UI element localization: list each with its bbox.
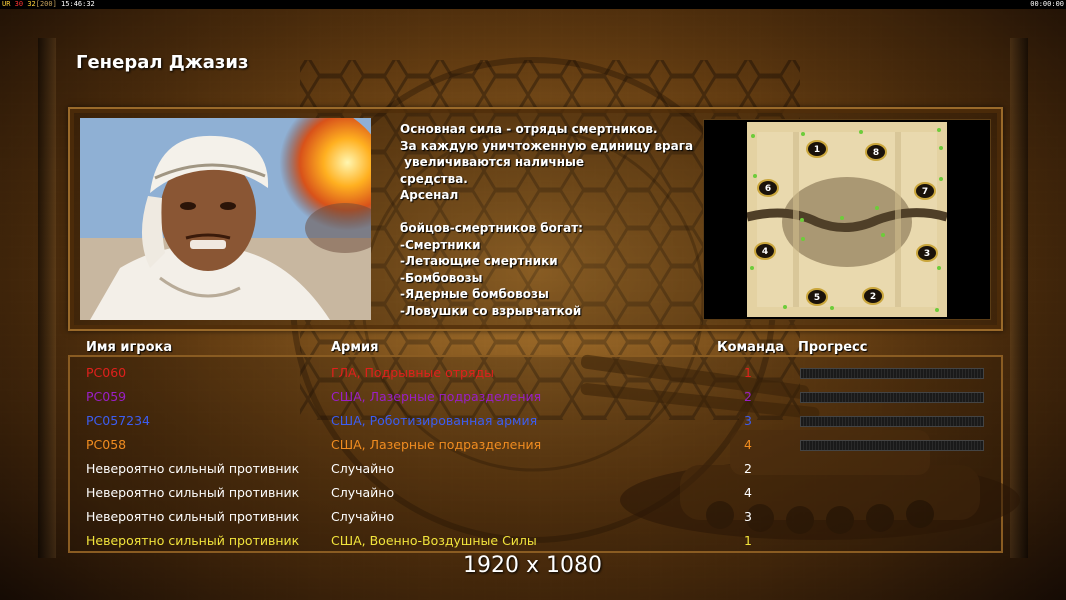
player-team: 4 [744,485,752,500]
start-position-1: 1 [806,140,828,158]
loading-screen: UR 30 32[200] 15:46:32 00:00:00 Генерал … [0,0,1066,600]
player-army: США, Военно-Воздушные Силы [331,533,537,548]
player-team: 4 [744,437,752,452]
description-line: Арсенал [400,188,459,202]
loading-progress-bar [800,368,984,379]
player-team: 2 [744,389,752,404]
start-position-4: 4 [754,242,776,260]
loading-progress-bar [800,392,984,403]
frame-right-border [1010,38,1028,558]
status-ur: UR [2,0,11,8]
player-army: Случайно [331,485,395,500]
general-title: Генерал Джазиз [76,52,249,73]
svg-text:3: 3 [924,249,930,259]
player-name: Невероятно сильный противник [86,533,300,548]
status-timer: 00:00:00 [1030,0,1064,8]
start-position-5: 5 [806,288,828,306]
player-name: PC058 [86,437,127,452]
general-portrait [80,118,371,320]
player-name: Невероятно сильный противник [86,485,300,500]
svg-text:1: 1 [814,145,820,155]
loading-progress-bar [800,416,984,427]
svg-text:8: 8 [873,148,879,158]
status-bar-left: UR 30 32[200] 15:46:32 [2,0,95,9]
table-row: Невероятно сильный противник Случайно 3 [0,506,1066,528]
svg-text:6: 6 [765,184,771,194]
description-line: средства. [400,171,468,186]
description-line: -Ловушки со взрывчаткой [400,303,582,318]
table-row: Невероятно сильный противник Случайно 4 [0,482,1066,504]
table-row: PC060 ГЛА, Подрывные отряды 1 [0,362,1066,384]
description-line [400,204,695,221]
general-description: Основная сила - отряды смертников. За ка… [400,121,695,319]
description-line: Основная сила - отряды смертников. [400,122,658,136]
header-progress: Прогресс [798,340,868,355]
header-player-name: Имя игрока [86,340,173,355]
player-army: Случайно [331,461,395,476]
loading-progress-bar [800,440,984,451]
header-team: Команда [717,340,785,355]
player-name: PC059 [86,389,127,404]
status-value-1: 30 [14,0,24,8]
player-team: 1 [744,533,752,548]
player-team: 1 [744,365,752,380]
portrait-image [80,118,371,320]
table-row: Невероятно сильный противник США, Военно-… [0,530,1066,552]
player-army: США, Роботизированная армия [331,413,538,428]
player-team: 3 [744,413,752,428]
svg-text:4: 4 [762,247,768,257]
status-value-2: 32 [27,0,36,8]
start-position-2: 2 [862,287,884,305]
start-position-3: 3 [916,244,938,262]
description-line: -Ядерные бомбовозы [400,287,549,301]
player-army: США, Лазерные подразделения [331,437,542,452]
resolution-label: 1920 x 1080 [463,553,602,578]
start-position-8: 8 [865,143,887,161]
player-army: ГЛА, Подрывные отряды [331,365,494,380]
player-army: США, Лазерные подразделения [331,389,542,404]
player-name: Невероятно сильный противник [86,461,300,476]
table-row: Невероятно сильный противник Случайно 2 [0,458,1066,480]
description-line: За каждую уничтоженную единицу врага [400,138,694,153]
status-bar: UR 30 32[200] 15:46:32 00:00:00 [0,0,1066,9]
table-row: PC059 США, Лазерные подразделения 2 [0,386,1066,408]
minimap: 1 8 6 7 4 3 5 2 [747,122,947,317]
start-position-7: 7 [914,182,936,200]
minimap-image: 1 8 6 7 4 3 5 2 [747,122,947,317]
start-position-6: 6 [757,179,779,197]
svg-text:2: 2 [870,292,876,302]
frame-left-border [38,38,56,558]
svg-text:7: 7 [922,187,928,197]
status-clock: 15:46:32 [61,0,95,8]
table-row: PC058 США, Лазерные подразделения 4 [0,434,1066,456]
description-line: увеличиваются наличные [400,155,584,169]
player-name: Невероятно сильный противник [86,509,300,524]
player-team: 2 [744,461,752,476]
player-name: PC057234 [86,413,150,428]
player-name: PC060 [86,365,127,380]
description-line: -Летающие смертники [400,254,558,268]
description-line: бойцов-смертников богат: [400,221,583,235]
player-team: 3 [744,509,752,524]
table-row: PC057234 США, Роботизированная армия 3 [0,410,1066,432]
description-line: -Бомбовозы [400,270,483,285]
description-line: -Смертники [400,237,481,252]
header-army: Армия [331,340,379,355]
status-value-3: [200] [35,0,57,8]
player-army: Случайно [331,509,395,524]
svg-text:5: 5 [814,293,820,303]
